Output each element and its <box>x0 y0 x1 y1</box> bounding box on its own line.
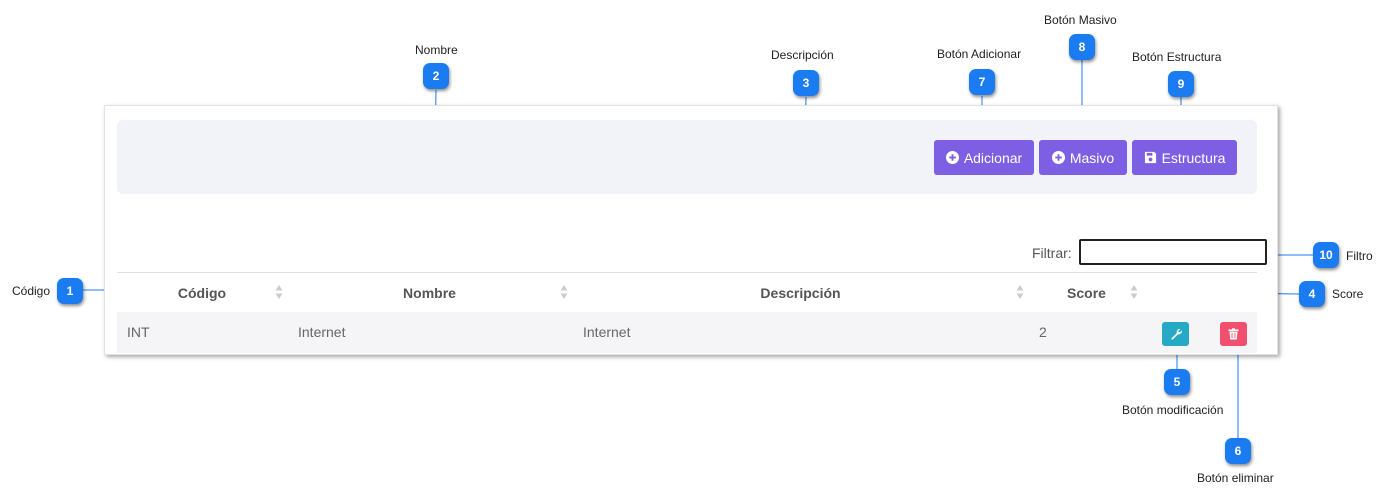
callout-badge-8: 8 <box>1069 34 1095 60</box>
delete-button[interactable] <box>1220 322 1247 346</box>
callout-badge-5: 5 <box>1164 369 1190 395</box>
callout-label-4: Score <box>1332 287 1364 301</box>
callout-badge-7: 7 <box>969 69 995 95</box>
callout-label-6: Botón eliminar <box>1197 471 1274 485</box>
filter-input[interactable] <box>1079 239 1267 265</box>
plus-circle-icon <box>1051 151 1065 164</box>
callout-badge-10: 10 <box>1313 242 1339 268</box>
edit-button[interactable] <box>1162 322 1189 346</box>
bulk-button[interactable]: Masivo <box>1039 140 1127 175</box>
column-header-score[interactable]: Score <box>1029 273 1144 312</box>
cell-score: 2 <box>1039 324 1047 340</box>
filter-label: Filtrar: <box>1032 245 1072 261</box>
plus-circle-icon <box>945 151 959 164</box>
structure-button-label: Estructura <box>1161 149 1226 166</box>
table-row: INT Internet Internet 2 <box>117 312 1257 353</box>
callout-label-5: Botón modificación <box>1122 403 1224 417</box>
column-header-descripcion[interactable]: Descripción <box>572 273 1029 312</box>
callout-label-3: Descripción <box>771 48 834 62</box>
main-panel: Adicionar Masivo Estructura Filtrar: Cód… <box>104 105 1278 355</box>
callout-label-2: Nombre <box>415 43 458 57</box>
column-header-codigo[interactable]: Código <box>117 273 287 312</box>
data-table: Código Nombre Descripción Score INT Inte… <box>117 272 1257 353</box>
toolbar: Adicionar Masivo Estructura <box>117 120 1257 194</box>
callout-badge-6: 6 <box>1225 438 1251 464</box>
sort-icon[interactable] <box>1016 284 1024 300</box>
structure-button[interactable]: Estructura <box>1132 140 1237 175</box>
add-button-label: Adicionar <box>963 149 1023 166</box>
bulk-button-label: Masivo <box>1069 149 1115 166</box>
cell-descripcion: Internet <box>583 324 631 340</box>
wrench-icon <box>1170 329 1182 340</box>
callout-badge-2: 2 <box>423 63 449 89</box>
callout-badge-9: 9 <box>1168 71 1194 97</box>
callout-label-9: Botón Estructura <box>1132 50 1222 64</box>
callout-label-1: Código <box>12 284 51 298</box>
save-icon <box>1144 151 1157 164</box>
callout-label-8: Botón Masivo <box>1044 13 1117 27</box>
callout-badge-3: 3 <box>793 70 819 96</box>
column-header-nombre[interactable]: Nombre <box>287 273 572 312</box>
callout-badge-1: 1 <box>57 278 83 304</box>
callout-label-7: Botón Adicionar <box>937 47 1022 61</box>
sort-icon[interactable] <box>1130 284 1138 300</box>
cell-codigo: INT <box>127 324 150 340</box>
cell-nombre: Internet <box>298 324 346 340</box>
callout-label-10: Filtro <box>1346 249 1373 263</box>
table-header: Código Nombre Descripción Score <box>117 272 1257 313</box>
sort-icon[interactable] <box>560 284 568 300</box>
sort-icon[interactable] <box>275 284 283 300</box>
trash-icon <box>1228 328 1239 340</box>
callout-badge-4: 4 <box>1299 281 1325 307</box>
add-button[interactable]: Adicionar <box>934 140 1034 175</box>
